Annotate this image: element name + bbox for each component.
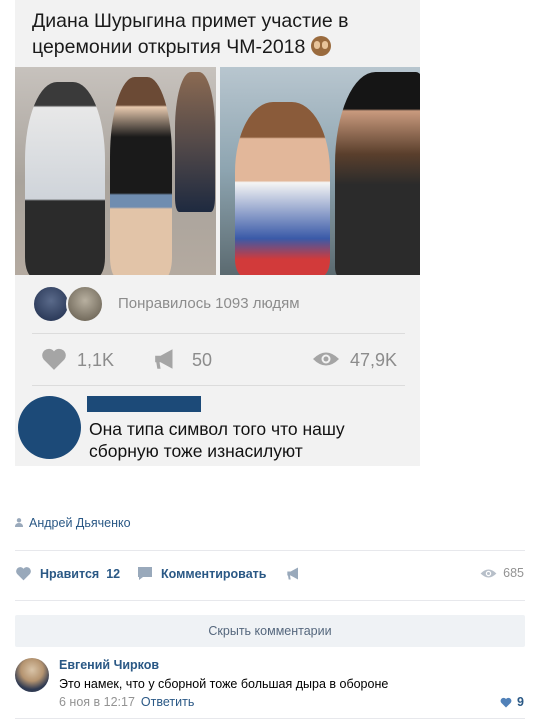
comment-icon [138, 567, 152, 580]
avatar [18, 396, 81, 459]
meme-title: Диана Шурыгина примет участие в церемони… [32, 10, 349, 58]
heart-icon [42, 348, 66, 370]
divider [15, 550, 525, 551]
heart-icon [16, 567, 31, 581]
eye-icon [480, 569, 497, 577]
meme-likes: 1,1K [77, 350, 115, 370]
views-counter: 685 [480, 566, 524, 580]
views-count: 685 [503, 566, 524, 580]
post-author-link[interactable]: Андрей Дьяченко [15, 516, 131, 530]
heart-icon [500, 697, 512, 707]
hide-comments-button[interactable]: Скрыть комментарии [15, 615, 525, 647]
post-author-name[interactable]: Андрей Дьяченко [29, 516, 131, 530]
reply-button[interactable]: Ответить [141, 695, 194, 709]
like-label: Нравится [40, 566, 100, 581]
monkey-emoji-icon [310, 36, 331, 56]
comment-author[interactable]: Евгений Чирков [59, 658, 159, 672]
meme-views: 47,9K [350, 350, 398, 370]
meme-comment-text: Она типа символ того что нашу сборную то… [89, 419, 345, 461]
comment-like-count: 9 [517, 695, 524, 709]
photo-right [220, 67, 420, 275]
censored-name-bar [87, 396, 201, 412]
avatar [32, 285, 70, 323]
comment-meta: 6 ноя в 12:17 Ответить [59, 695, 194, 709]
divider [15, 718, 525, 719]
comment-date[interactable]: 6 ноя в 12:17 [59, 695, 135, 709]
photo-left [15, 67, 216, 275]
megaphone-icon [155, 349, 173, 369]
avatar[interactable] [15, 658, 49, 692]
comment-label: Комментировать [161, 566, 267, 581]
comment-like-button[interactable]: 9 [500, 695, 524, 709]
divider [32, 333, 405, 334]
person-icon [15, 518, 23, 527]
megaphone-icon [287, 567, 298, 580]
like-count: 12 [106, 566, 121, 581]
comment-text: Это намек, что у сборной тоже большая ды… [59, 677, 389, 691]
post-image[interactable]: Диана Шурыгина примет участие в церемони… [15, 0, 420, 466]
avatar [66, 285, 104, 323]
divider [32, 385, 405, 386]
liked-count-text: Понравилось 1093 людям [118, 295, 300, 312]
comment-button[interactable]: Комментировать [137, 566, 266, 581]
meme-reposts: 50 [192, 350, 213, 370]
divider [15, 600, 525, 601]
like-button[interactable]: Нравится 12 [15, 566, 120, 581]
share-button[interactable] [286, 566, 310, 581]
eye-icon [313, 352, 339, 366]
